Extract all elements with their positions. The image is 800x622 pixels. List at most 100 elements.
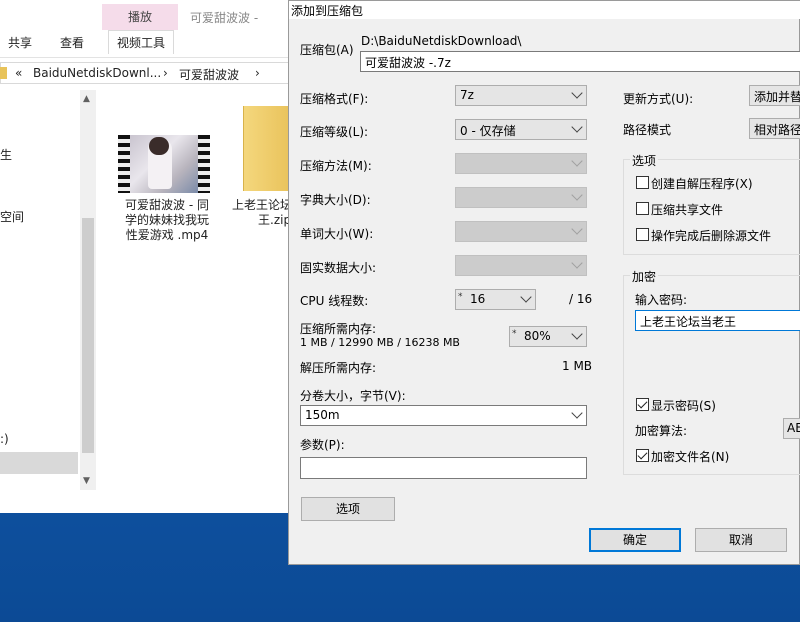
solid-block-label: 固实数据大小:: [300, 261, 377, 275]
file-explorer-window: 播放 可爱甜波波 - 共享 查看 视频工具 « BaiduNetdiskDown…: [0, 0, 292, 513]
scrollbar-thumb[interactable]: [82, 218, 94, 453]
ribbon-tab-view[interactable]: 查看: [60, 34, 84, 51]
word-size-select: [455, 221, 587, 242]
method-label: 压缩方法(M):: [300, 159, 372, 173]
update-mode-select[interactable]: 添加并替: [749, 85, 800, 106]
encryption-method-label: 加密算法:: [635, 424, 688, 438]
breadcrumb-baidu-folder[interactable]: BaiduNetdiskDownl...: [33, 66, 161, 80]
method-select: [455, 153, 587, 174]
film-strip-icon: [118, 135, 130, 193]
encryption-method-select[interactable]: AE: [783, 418, 800, 439]
create-sfx-checkbox[interactable]: [636, 176, 649, 189]
chevron-down-icon: [571, 257, 583, 269]
file-name-line: 上老王论坛: [232, 198, 292, 212]
file-name-line: 王.zip: [258, 213, 292, 227]
add-to-archive-dialog: 添加到压缩包 压缩包(A) D:\BaiduNetdiskDownload\ 可…: [288, 0, 800, 565]
ok-button[interactable]: 确定: [589, 528, 681, 552]
password-input[interactable]: 上老王论坛当老王: [635, 310, 800, 331]
archive-label: 压缩包(A): [300, 43, 354, 57]
zip-folder-icon[interactable]: [243, 106, 292, 191]
word-size-label: 单词大小(W):: [300, 227, 374, 241]
recommended-mark: *: [512, 329, 517, 339]
address-bar[interactable]: « BaiduNetdiskDownl... › 可爱甜波波 ›: [0, 62, 290, 84]
chevron-down-icon: [571, 223, 583, 235]
file-name-line: 学的妹妹找我玩: [124, 213, 209, 227]
compress-memory-detail: 1 MB / 12990 MB / 16238 MB: [300, 336, 460, 349]
delete-after-label[interactable]: 操作完成后删除源文件: [651, 227, 771, 244]
file-name-zip[interactable]: 上老王论坛 王.zip: [232, 198, 292, 228]
encrypt-filenames-checkbox[interactable]: [636, 449, 649, 462]
file-name-video[interactable]: 可爱甜波波 - 同 学的妹妹找我玩 性爱游戏 .mp4: [112, 198, 222, 243]
encrypt-filenames-label[interactable]: 加密文件名(N): [651, 448, 729, 465]
chevron-down-icon: [520, 291, 532, 303]
explorer-window-title: 可爱甜波波 -: [190, 11, 259, 25]
chevron-down-icon: [571, 407, 583, 419]
volume-size-label: 分卷大小，字节(V):: [300, 389, 406, 403]
video-thumbnail[interactable]: [118, 135, 210, 193]
update-mode-value: 添加并替: [754, 90, 800, 104]
scroll-down-icon[interactable]: ▼: [83, 476, 90, 486]
nav-item-drive[interactable]: :): [0, 432, 9, 446]
breadcrumb-separator: ›: [163, 66, 168, 80]
file-name-line: 性爱游戏 .mp4: [125, 228, 209, 242]
encryption-group-title: 加密: [630, 268, 659, 285]
dictionary-label: 字典大小(D):: [300, 193, 371, 207]
nav-scrollbar[interactable]: ▲ ▼: [80, 90, 96, 490]
breadcrumb-separator: ›: [255, 66, 260, 80]
chevron-down-icon: [571, 121, 583, 133]
breadcrumb-current-folder[interactable]: 可爱甜波波: [179, 66, 239, 83]
memory-percent-value: 80%: [524, 329, 551, 343]
create-sfx-label[interactable]: 创建自解压程序(X): [651, 175, 753, 192]
volume-size-select[interactable]: 150m: [300, 405, 587, 426]
level-label: 压缩等级(L):: [300, 125, 369, 139]
nav-item[interactable]: 生: [0, 146, 12, 163]
ribbon-tab-share[interactable]: 共享: [8, 34, 32, 51]
format-select[interactable]: 7z: [455, 85, 587, 106]
solid-block-select: [455, 255, 587, 276]
file-name-line: 可爱甜波波 - 同: [125, 198, 209, 212]
ribbon-context-tab-play[interactable]: 播放: [102, 4, 178, 30]
decompress-memory-value: 1 MB: [562, 359, 593, 373]
path-mode-select[interactable]: 相对路径: [749, 118, 800, 139]
cpu-threads-total: / 16: [569, 292, 593, 306]
show-password-label[interactable]: 显示密码(S): [651, 397, 716, 414]
dialog-title-bar[interactable]: 添加到压缩包: [289, 1, 800, 19]
ribbon-tab-video-tools[interactable]: 视频工具: [108, 30, 175, 54]
password-value: 上老王论坛当老王: [640, 315, 737, 329]
nav-item[interactable]: 空间: [0, 208, 24, 225]
breadcrumb-overflow[interactable]: «: [15, 66, 22, 80]
level-select[interactable]: 0 - 仅存储: [455, 119, 587, 140]
archive-path: D:\BaiduNetdiskDownload\: [361, 34, 522, 48]
options-button[interactable]: 选项: [301, 497, 395, 521]
cpu-threads-value: 16: [470, 292, 486, 306]
scroll-up-icon[interactable]: ▲: [83, 94, 90, 104]
cpu-threads-label: CPU 线程数:: [300, 294, 369, 308]
archive-name-input[interactable]: 可爱甜波波 -.7z: [360, 51, 800, 72]
delete-after-checkbox[interactable]: [636, 228, 649, 241]
memory-percent-select[interactable]: * 80%: [509, 326, 587, 347]
chevron-down-icon: [571, 189, 583, 201]
nav-selected-item[interactable]: [0, 452, 78, 474]
cancel-button[interactable]: 取消: [695, 528, 787, 552]
cpu-threads-select[interactable]: * 16: [455, 289, 536, 310]
explorer-ribbon: 播放 可爱甜波波 - 共享 查看 视频工具: [0, 0, 292, 58]
path-mode-value: 相对路径: [754, 123, 800, 137]
thumbnail-figure-hair: [149, 137, 169, 155]
path-mode-label: 路径模式: [623, 123, 672, 137]
compress-shared-checkbox[interactable]: [636, 202, 649, 215]
dialog-title: 添加到压缩包: [291, 4, 364, 18]
folder-icon: [0, 67, 7, 79]
parameters-input[interactable]: [300, 457, 587, 479]
chevron-down-icon: [571, 155, 583, 167]
decompress-memory-label: 解压所需内存:: [300, 361, 377, 375]
dictionary-select: [455, 187, 587, 208]
archive-name-value: 可爱甜波波 -.7z: [365, 56, 451, 70]
compress-shared-label[interactable]: 压缩共享文件: [651, 201, 723, 218]
update-mode-label: 更新方式(U):: [623, 92, 694, 106]
film-strip-icon: [198, 135, 210, 193]
show-password-checkbox[interactable]: [636, 398, 649, 411]
recommended-mark: *: [458, 292, 463, 302]
options-group-title: 选项: [630, 152, 659, 169]
encryption-method-value: AE: [787, 421, 800, 435]
format-select-value: 7z: [460, 88, 474, 102]
